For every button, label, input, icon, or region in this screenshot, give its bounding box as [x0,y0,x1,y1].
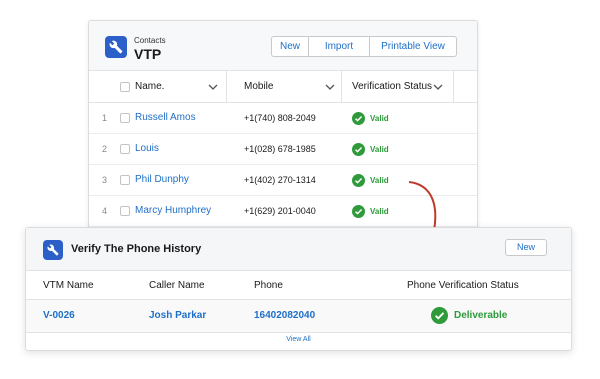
status-text: Deliverable [454,310,508,321]
vtm-name-link[interactable]: V-0026 [43,310,75,321]
row-number: 4 [102,206,108,216]
row-number: 1 [102,113,108,123]
list-action-buttons: New Import Printable View [271,36,457,57]
column-divider [226,71,227,103]
status-badge: Valid [352,111,389,125]
table-row: 2 Louis +1(028) 678-1985 Valid [89,134,477,165]
list-header: Contacts VTP New Import Printable View [89,21,477,71]
caller-name-link[interactable]: Josh Parkar [149,310,206,321]
column-header-verification-status[interactable]: Verification Status [352,71,432,103]
status-badge: Valid [352,142,389,156]
import-button[interactable]: Import [309,37,370,56]
contact-name-link[interactable]: Russell Amos [135,112,196,123]
new-button[interactable]: New [505,239,547,256]
row-checkbox[interactable] [120,175,130,185]
wrench-icon [43,240,63,260]
verify-phone-history-card: Verify The Phone History New VTM Name Ca… [25,227,572,351]
status-text: Valid [370,113,389,123]
row-number: 3 [102,175,108,185]
list-title: VTP [134,46,162,62]
column-header-phone: Phone [254,280,283,291]
table-row: V-0026 Josh Parkar 16402082040 Deliverab… [26,300,571,333]
contact-name-link[interactable]: Phil Dunphy [135,174,189,185]
column-divider [453,71,454,103]
row-number: 2 [102,144,108,154]
column-header-name[interactable]: Name. [135,71,164,103]
phone-link[interactable]: 16402082040 [254,310,315,321]
contact-mobile: +1(028) 678-1985 [244,144,316,154]
contact-mobile: +1(740) 808-2049 [244,113,316,123]
check-circle-icon [352,142,365,156]
new-button[interactable]: New [272,37,309,56]
chevron-down-icon[interactable] [433,82,443,92]
contact-mobile: +1(629) 201-0040 [244,206,316,216]
status-badge: Valid [352,204,389,218]
status-text: Valid [370,175,389,185]
status-badge: Valid [352,173,389,187]
table-row: 1 Russell Amos +1(740) 808-2049 Valid [89,103,477,134]
row-checkbox[interactable] [120,206,130,216]
column-header-mobile[interactable]: Mobile [244,71,273,103]
status-badge: Deliverable [431,307,507,324]
column-header-phone-verification-status: Phone Verification Status [407,280,519,291]
related-list-title: Verify The Phone History [71,243,202,255]
chevron-down-icon[interactable] [208,82,218,92]
chevron-down-icon[interactable] [325,82,335,92]
printable-view-button[interactable]: Printable View [370,37,456,56]
view-all-link[interactable]: View All [26,336,571,343]
row-checkbox[interactable] [120,144,130,154]
column-header-row: Name. Mobile Verification Status [89,71,477,103]
object-label: Contacts [134,36,166,45]
column-header-vtm-name: VTM Name [43,280,94,291]
column-header-row: VTM Name Caller Name Phone Phone Verific… [26,271,571,300]
column-header-caller-name: Caller Name [149,280,205,291]
select-all-checkbox[interactable] [120,82,130,92]
contact-name-link[interactable]: Marcy Humphrey [135,205,211,216]
check-circle-icon [352,111,365,125]
status-text: Valid [370,144,389,154]
status-text: Valid [370,206,389,216]
row-checkbox[interactable] [120,113,130,123]
check-circle-icon [352,204,365,218]
check-circle-icon [431,307,448,324]
column-divider [341,71,342,103]
contact-mobile: +1(402) 270-1314 [244,175,316,185]
contact-name-link[interactable]: Louis [135,143,159,154]
related-list-header: Verify The Phone History New [26,228,571,271]
wrench-icon [105,36,127,58]
check-circle-icon [352,173,365,187]
stage: Contacts VTP New Import Printable View N… [0,0,600,379]
